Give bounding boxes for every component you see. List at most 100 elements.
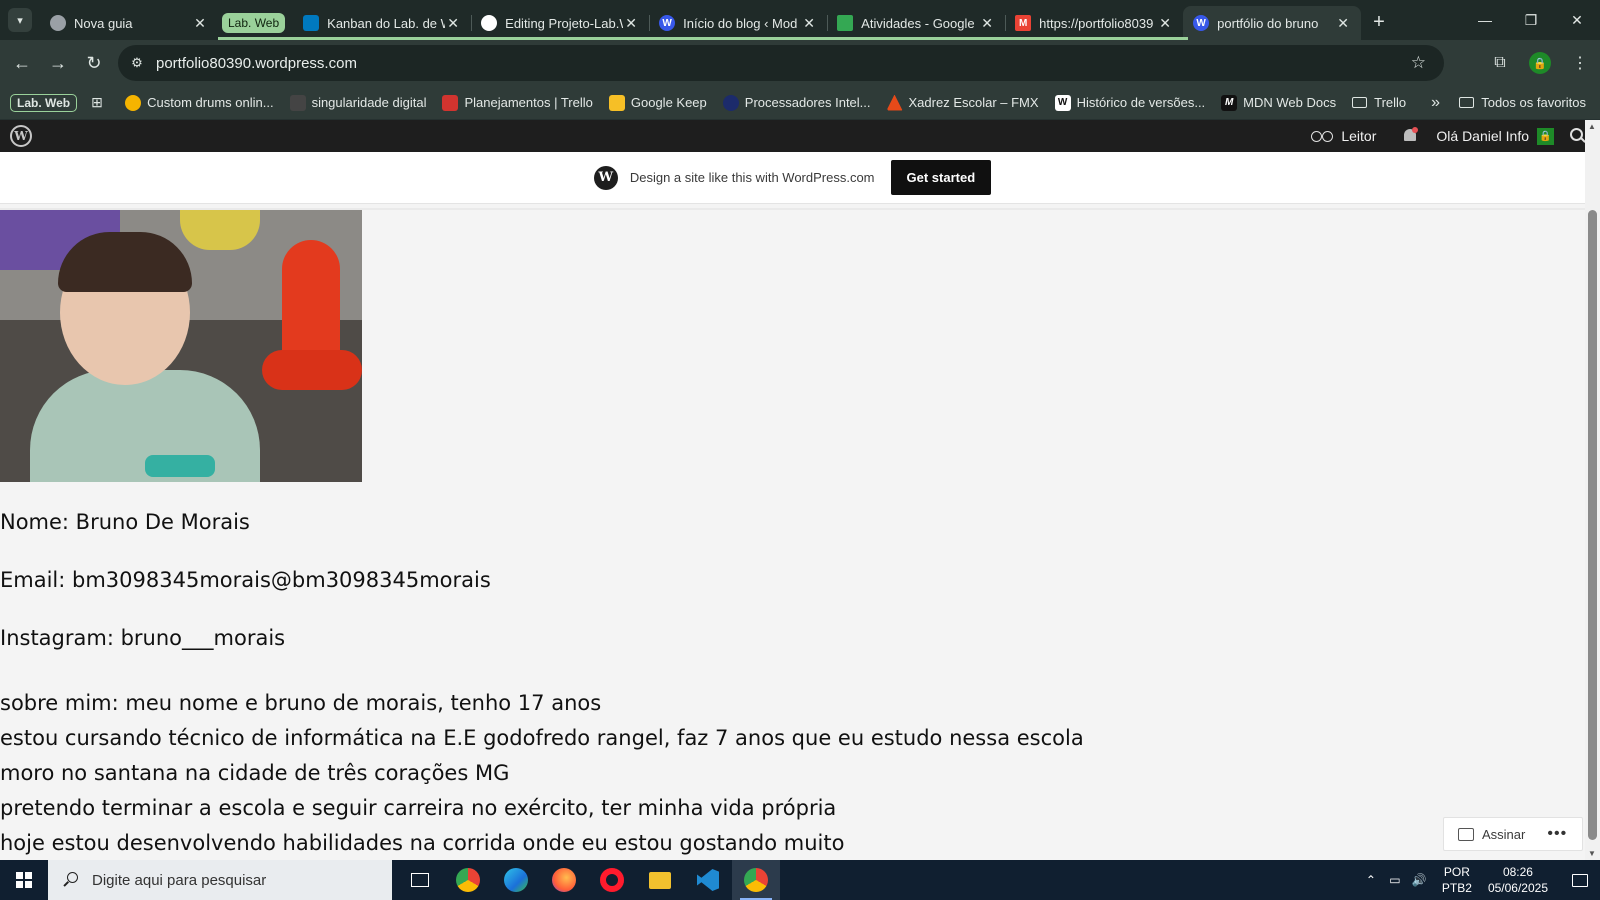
reload-icon[interactable]: ↻ <box>76 45 112 81</box>
wordpress-icon[interactable]: W <box>10 125 32 147</box>
wordpress-icon: W <box>1193 15 1210 31</box>
singularity-icon <box>289 94 306 111</box>
wp-admin-right: Leitor Olá Daniel Info 🔒 <box>1311 120 1586 152</box>
file-explorer-app-icon[interactable] <box>636 860 684 900</box>
firefox-app-icon[interactable] <box>540 860 588 900</box>
restore-icon[interactable]: ❐ <box>1508 0 1554 40</box>
close-icon[interactable]: ✕ <box>623 15 639 32</box>
browser-toolbar: ← → ↻ ⚙ portfolio80390.wordpress.com ☆ ⧉… <box>0 40 1600 86</box>
user-avatar: 🔒 <box>1537 127 1554 145</box>
close-icon[interactable]: ✕ <box>979 15 995 32</box>
chrome-profile-app-icon[interactable] <box>732 860 780 900</box>
about-line: pretendo terminar a escola e seguir carr… <box>0 796 837 820</box>
promo-text: Design a site like this with WordPress.c… <box>629 170 875 185</box>
profile-avatar[interactable]: 🔒 <box>1529 52 1551 74</box>
close-window-icon[interactable]: ✕ <box>1554 0 1600 40</box>
bookmark-item[interactable]: W Histórico de versões... <box>1054 94 1205 111</box>
bookmark-label: MDN Web Docs <box>1243 95 1337 110</box>
profile-email: Email: bm3098345morais@bm3098345morais <box>0 568 491 592</box>
clock[interactable]: 08:26 05/06/2025 <box>1488 864 1548 896</box>
start-button[interactable] <box>0 860 48 900</box>
trello-icon <box>442 94 459 111</box>
get-started-button[interactable]: Get started <box>890 160 992 195</box>
tab-nova-guia[interactable]: Nova guia ✕ <box>40 6 218 40</box>
all-bookmarks-label: Todos os favoritos <box>1481 95 1586 110</box>
network-icon[interactable]: ▭ <box>1384 873 1406 887</box>
tab-title: Kanban do Lab. de W <box>327 15 446 31</box>
new-tab-button[interactable]: + <box>1373 11 1385 34</box>
back-icon[interactable]: ← <box>4 45 40 81</box>
chevron-up-icon[interactable]: ⌃ <box>1360 873 1382 887</box>
tab-kanban[interactable]: Kanban do Lab. de W ✕ <box>293 6 471 40</box>
scrollbar-thumb[interactable] <box>1588 210 1597 840</box>
more-options-icon[interactable]: ••• <box>1547 825 1567 843</box>
clock-time: 08:26 <box>1502 865 1533 879</box>
tab-gmail[interactable]: M https://portfolio8039 ✕ <box>1005 6 1183 40</box>
wikipedia-icon: W <box>1054 94 1071 111</box>
wp-admin-bar: W Leitor Olá Daniel Info 🔒 <box>0 120 1600 152</box>
tab-atividades[interactable]: Atividades - Google ✕ <box>827 6 1005 40</box>
edge-app-icon[interactable] <box>492 860 540 900</box>
reader-subscribe-icon <box>1458 827 1474 841</box>
bookmark-group-label[interactable]: Lab. Web <box>10 93 78 112</box>
about-line: moro no santana na cidade de três coraçõ… <box>0 761 510 785</box>
minimize-icon[interactable]: — <box>1462 0 1508 40</box>
toolbar-right: ⧉ 🔒 ⋮ <box>1480 40 1600 86</box>
reader-link[interactable]: Leitor <box>1311 128 1376 144</box>
bookmark-item[interactable]: singularidade digital <box>289 94 426 111</box>
drum-icon <box>125 94 142 111</box>
about-me: sobre mim: meu nome e bruno de morais, t… <box>0 686 1084 861</box>
tab-blog[interactable]: W Início do blog ‹ Mod ✕ <box>649 6 827 40</box>
notification-center-icon[interactable] <box>1560 860 1600 900</box>
close-icon[interactable]: ✕ <box>801 15 817 32</box>
google-drive-icon <box>837 15 854 31</box>
user-menu[interactable]: Olá Daniel Info 🔒 <box>1436 127 1554 145</box>
bookmark-item[interactable]: Xadrez Escolar – FMX <box>886 94 1039 111</box>
bookmark-item[interactable]: Planejamentos | Trello <box>442 94 593 111</box>
about-line: estou cursando técnico de informática na… <box>0 726 1084 750</box>
bookmark-folder[interactable]: Trello <box>1352 95 1406 110</box>
page-scrollbar[interactable]: ▲ ▼ <box>1585 120 1600 860</box>
bookmark-label: Planejamentos | Trello <box>464 95 593 110</box>
search-icon[interactable] <box>1570 128 1586 144</box>
tab-search-button[interactable]: ▾ <box>8 8 32 32</box>
task-view-icon[interactable] <box>396 860 444 900</box>
scroll-up-icon[interactable]: ▲ <box>1588 122 1596 131</box>
vscode-app-icon[interactable] <box>684 860 732 900</box>
language-indicator[interactable]: POR PTB2 <box>1442 864 1472 896</box>
chrome-icon <box>50 15 66 31</box>
close-icon[interactable]: ✕ <box>1157 15 1173 32</box>
tab-group-label[interactable]: Lab. Web <box>222 13 286 33</box>
subscribe-button[interactable]: Assinar <box>1482 827 1525 842</box>
chrome-app-icon[interactable] <box>444 860 492 900</box>
volume-icon[interactable]: 🔊 <box>1408 873 1430 887</box>
scroll-down-icon[interactable]: ▼ <box>1588 849 1596 858</box>
intel-icon <box>722 94 739 111</box>
bookmark-item[interactable]: M MDN Web Docs <box>1221 94 1337 111</box>
notifications-bell-icon[interactable] <box>1402 127 1419 145</box>
clock-date: 05/06/2025 <box>1487 881 1548 895</box>
bookmark-item[interactable]: Google Keep <box>608 94 707 111</box>
about-line: sobre mim: meu nome e bruno de morais, t… <box>0 691 602 715</box>
taskbar-search[interactable]: Digite aqui para pesquisar <box>48 860 392 900</box>
site-info-icon[interactable]: ⚙ <box>122 55 152 71</box>
all-bookmarks[interactable]: Todos os favoritos <box>1459 95 1586 110</box>
url-text[interactable]: portfolio80390.wordpress.com <box>156 55 357 72</box>
apps-grid-icon[interactable]: ⊞ <box>91 94 107 111</box>
address-bar[interactable]: ⚙ portfolio80390.wordpress.com ☆ <box>118 45 1444 81</box>
tab-github[interactable]: Editing Projeto-Lab.W ✕ <box>471 6 649 40</box>
extensions-icon[interactable]: ⧉ <box>1480 54 1520 72</box>
close-icon[interactable]: ✕ <box>192 15 208 32</box>
tab-portfolio[interactable]: W portfólio do bruno ✕ <box>1183 6 1362 40</box>
more-bookmarks-icon[interactable]: » <box>1431 94 1440 112</box>
bookmark-star-icon[interactable]: ☆ <box>1411 53 1426 73</box>
close-icon[interactable]: ✕ <box>1335 15 1351 32</box>
close-icon[interactable]: ✕ <box>445 15 461 32</box>
menu-icon[interactable]: ⋮ <box>1560 53 1600 73</box>
tab-title: Atividades - Google <box>861 15 975 31</box>
window-controls: — ❐ ✕ <box>1462 0 1600 40</box>
bookmark-item[interactable]: Processadores Intel... <box>722 94 871 111</box>
bookmark-item[interactable]: Custom drums onlin... <box>125 94 274 111</box>
forward-icon[interactable]: → <box>40 45 76 81</box>
opera-app-icon[interactable] <box>588 860 636 900</box>
